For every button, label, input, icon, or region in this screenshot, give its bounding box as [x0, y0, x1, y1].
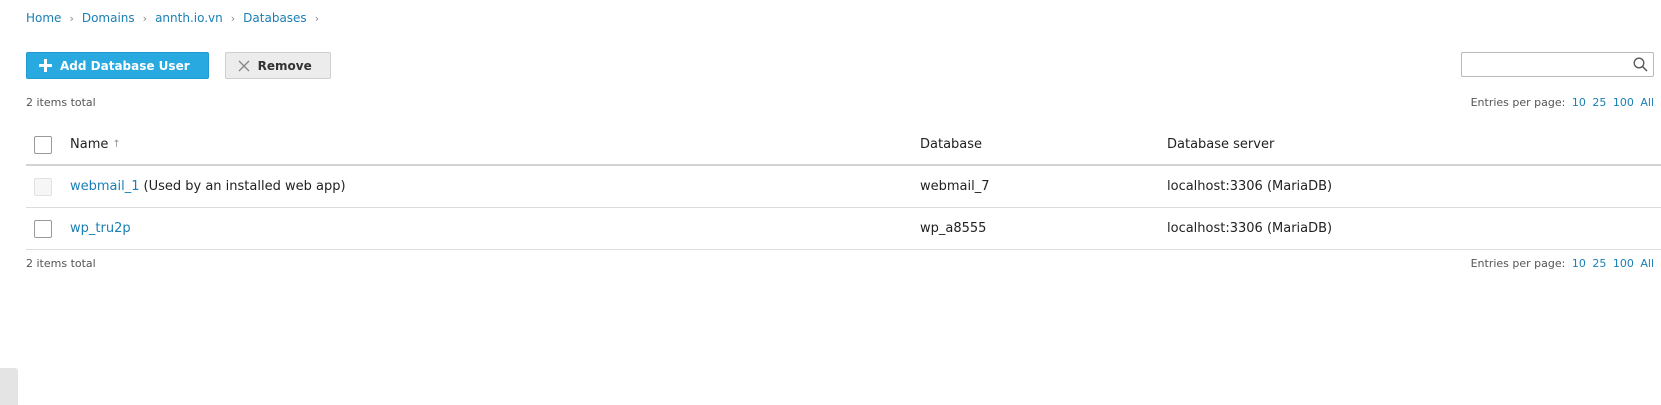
row-checkbox[interactable]: [34, 219, 52, 238]
page-size-10[interactable]: 10: [1572, 257, 1586, 270]
database-server: localhost:3306 (MariaDB): [1167, 179, 1333, 194]
page-size-25[interactable]: 25: [1592, 257, 1606, 270]
db-user-name-link[interactable]: wp_tru2p: [70, 221, 131, 236]
page-size-25[interactable]: 25: [1592, 96, 1606, 109]
database-name: wp_a8555: [920, 221, 987, 236]
page-size-100[interactable]: 100: [1613, 257, 1634, 270]
side-panel-handle[interactable]: [0, 368, 18, 405]
breadcrumb-domain[interactable]: annth.io.vn: [155, 11, 223, 25]
plus-icon: [39, 59, 52, 72]
search-icon[interactable]: [1633, 57, 1648, 76]
select-all-checkbox[interactable]: [34, 135, 52, 154]
database-users-table: Name ↑ Database Database server webmail_…: [26, 125, 1661, 250]
remove-icon: [238, 60, 250, 72]
entries-per-page-label: Entries per page:: [1470, 257, 1566, 270]
breadcrumb: Home › Domains › annth.io.vn › Databases…: [26, 11, 327, 25]
add-database-user-label: Add Database User: [60, 58, 190, 73]
breadcrumb-home[interactable]: Home: [26, 11, 61, 25]
breadcrumb-databases[interactable]: Databases: [243, 11, 307, 25]
chevron-right-icon: ›: [69, 11, 74, 25]
page-size-all[interactable]: All: [1640, 257, 1654, 270]
db-user-name-link[interactable]: webmail_1: [70, 179, 140, 194]
chevron-right-icon: ›: [230, 11, 236, 25]
column-database-server: Database server: [1167, 137, 1275, 152]
entries-per-page-bottom: Entries per page: 10 25 100 All: [1471, 257, 1654, 270]
chevron-right-icon: ›: [314, 11, 320, 25]
items-total-top: 2 items total: [26, 96, 96, 109]
column-name-label: Name: [70, 137, 109, 152]
table-row: wp_tru2p wp_a8555 localhost:3306 (MariaD…: [26, 208, 1661, 250]
add-database-user-button[interactable]: Add Database User: [26, 52, 209, 79]
chevron-right-icon: ›: [142, 11, 148, 25]
row-checkbox: [34, 177, 52, 196]
table-header: Name ↑ Database Database server: [26, 125, 1661, 166]
entries-per-page-label: Entries per page:: [1470, 96, 1566, 109]
column-database: Database: [920, 137, 983, 152]
search-box: [1461, 52, 1654, 77]
breadcrumb-domains[interactable]: Domains: [82, 11, 135, 25]
database-server: localhost:3306 (MariaDB): [1167, 221, 1333, 236]
search-input[interactable]: [1466, 54, 1630, 77]
page-size-10[interactable]: 10: [1572, 96, 1586, 109]
entries-per-page-top: Entries per page: 10 25 100 All: [1471, 96, 1654, 109]
table-row: webmail_1 (Used by an installed web app)…: [26, 166, 1661, 208]
items-total-bottom: 2 items total: [26, 257, 96, 270]
column-name[interactable]: Name ↑: [70, 125, 121, 164]
page-size-100[interactable]: 100: [1613, 96, 1634, 109]
page-size-all[interactable]: All: [1640, 96, 1654, 109]
sort-ascending-icon: ↑: [112, 139, 121, 150]
remove-label: Remove: [257, 58, 312, 73]
remove-button[interactable]: Remove: [224, 52, 331, 79]
database-name: webmail_7: [920, 179, 990, 194]
db-user-note: (Used by an installed web app): [143, 179, 346, 194]
toolbar: Add Database User Remove: [26, 52, 331, 79]
